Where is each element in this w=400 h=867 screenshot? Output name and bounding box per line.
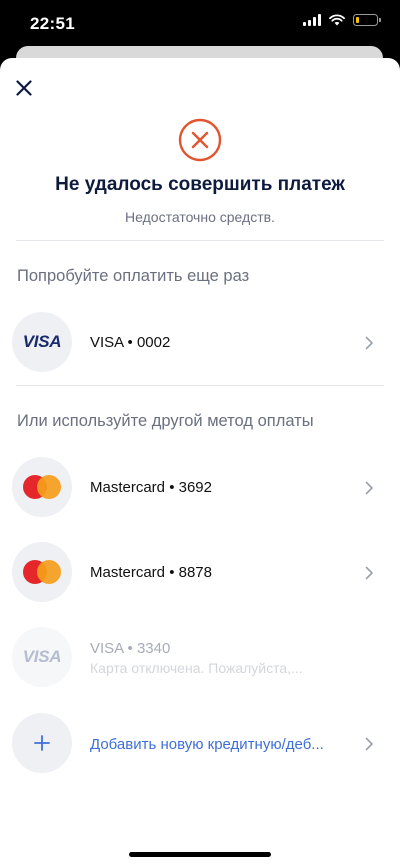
card-label: VISA • 3340: [90, 640, 171, 657]
error-reason: Недостаточно средств.: [125, 209, 275, 225]
close-icon: [16, 80, 32, 96]
close-button[interactable]: [11, 75, 37, 101]
card-mastercard-3692[interactable]: Mastercard • 3692: [0, 457, 400, 527]
card-label: VISA • 0002: [90, 334, 171, 351]
card-mastercard-8878[interactable]: Mastercard • 8878: [0, 542, 400, 612]
page-title: Не удалось совершить платеж: [55, 174, 345, 195]
visa-logo-icon: VISA: [12, 312, 72, 372]
mastercard-logo-icon: [12, 457, 72, 517]
chevron-right-icon: [365, 737, 373, 751]
add-card-label: Добавить новую кредитную/деб...: [90, 736, 324, 753]
status-icons: [303, 14, 381, 26]
battery-icon: [353, 14, 381, 26]
visa-logo: VISA: [22, 647, 62, 666]
card-visa-3340-disabled: VISA VISA • 3340 Карта отключена. Пожалу…: [0, 627, 400, 697]
home-indicator: [129, 852, 271, 857]
retry-section-header: Попробуйте оплатить еще раз: [17, 267, 250, 285]
payment-failed-sheet: Не удалось совершить платеж Недостаточно…: [0, 58, 400, 867]
retry-card-visa-0002[interactable]: VISA VISA • 0002: [0, 312, 400, 382]
mastercard-logo-icon: [12, 542, 72, 602]
divider: [16, 385, 384, 386]
chevron-right-icon: [365, 336, 373, 350]
add-icon-circle: [12, 713, 72, 773]
wifi-icon: [329, 14, 345, 26]
status-bar: 22:51: [0, 0, 400, 48]
card-label: Mastercard • 3692: [90, 479, 212, 496]
error-x-circle-icon: [178, 118, 222, 162]
add-card-button[interactable]: Добавить новую кредитную/деб...: [0, 713, 400, 783]
chevron-right-icon: [365, 566, 373, 580]
other-methods-header: Или используйте другой метод оплаты: [17, 412, 314, 430]
card-disabled-note: Карта отключена. Пожалуйста,...: [90, 660, 303, 676]
card-label: Mastercard • 8878: [90, 564, 212, 581]
visa-logo: VISA: [22, 332, 62, 351]
visa-logo-icon: VISA: [12, 627, 72, 687]
divider: [16, 240, 384, 241]
status-time: 22:51: [30, 14, 75, 33]
plus-icon: [34, 735, 50, 751]
signal-icon: [303, 14, 321, 26]
chevron-right-icon: [365, 481, 373, 495]
